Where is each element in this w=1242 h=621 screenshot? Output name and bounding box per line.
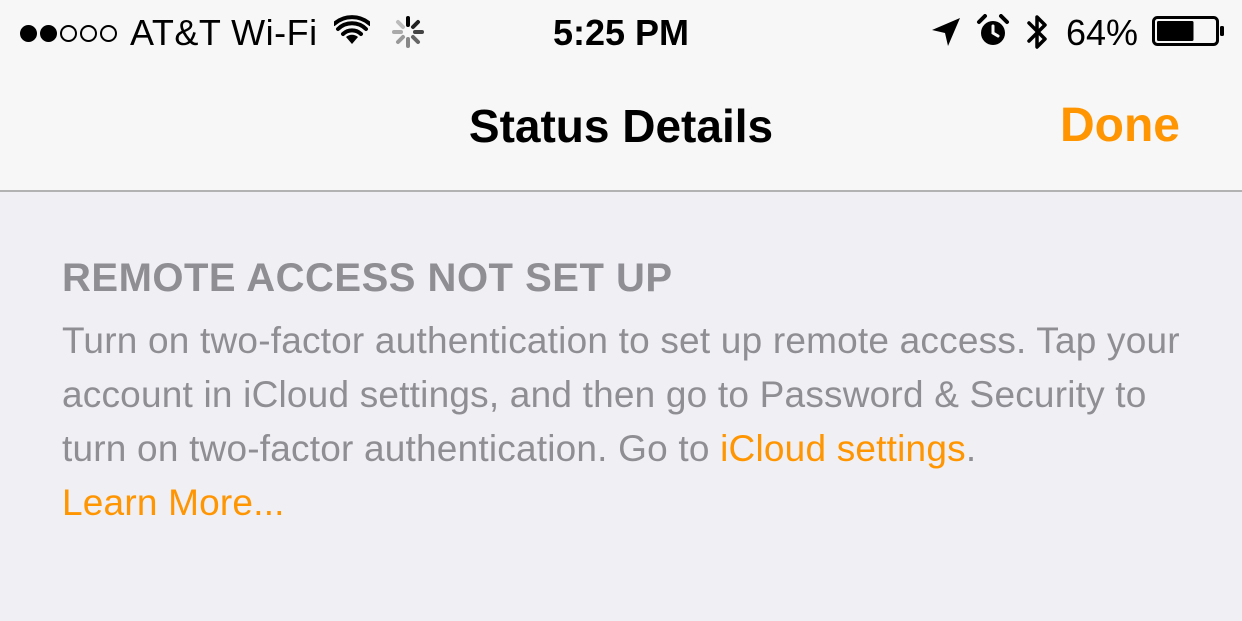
icloud-settings-link[interactable]: iCloud settings [720,428,966,469]
description-period: . [965,428,977,469]
bluetooth-icon [1027,15,1047,49]
screen: AT&T Wi-Fi 5:25 PM 64% Status Details Do… [0,0,1242,621]
status-section: REMOTE ACCESS NOT SET UP Turn on two-fac… [62,250,1192,530]
battery-percentage: 64% [1066,12,1139,53]
page-title: Status Details [468,100,774,152]
status-time: 5:25 PM [552,12,690,53]
battery-icon [1152,16,1224,46]
section-header: REMOTE ACCESS NOT SET UP [62,256,673,300]
status-bar: AT&T Wi-Fi 5:25 PM 64% [0,0,1242,66]
description-text: Turn on two-factor authentication to set… [62,320,1180,469]
learn-more-link[interactable]: Learn More... [62,476,285,530]
location-arrow-icon [932,18,960,46]
done-button[interactable]: Done [1060,98,1180,154]
alarm-clock-icon [977,14,1009,45]
section-description: Turn on two-factor authentication to set… [62,314,1192,476]
top-bar: AT&T Wi-Fi 5:25 PM 64% Status Details Do… [0,0,1242,192]
